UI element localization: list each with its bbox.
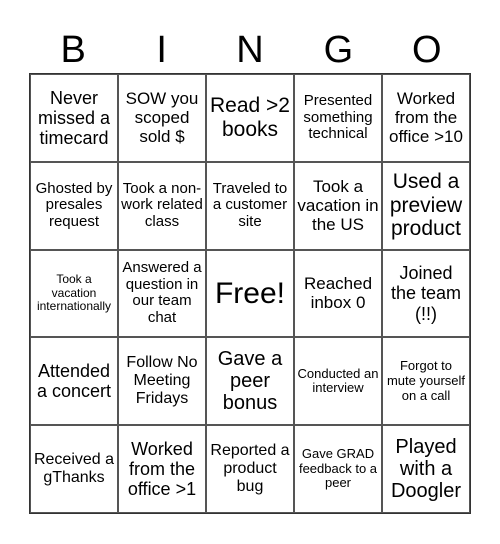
bingo-cell[interactable]: Presented something technical [294, 74, 382, 162]
bingo-cell[interactable]: Took a vacation in the US [294, 161, 382, 250]
header-letter-i: I [156, 29, 167, 71]
header-letter-n: N [236, 29, 264, 71]
bingo-cell[interactable]: Worked from the office >1 [118, 425, 206, 513]
bingo-cell[interactable]: Reported a product bug [206, 425, 294, 513]
bingo-cell[interactable]: Attended a concert [30, 337, 118, 426]
bingo-cell[interactable]: Reached inbox 0 [294, 249, 382, 338]
bingo-cell[interactable]: SOW you scoped sold $ [118, 74, 206, 162]
bingo-header: B I N G O [29, 28, 471, 72]
bingo-cell[interactable]: Never missed a timecard [30, 74, 118, 162]
free-space[interactable]: Free! [206, 249, 294, 338]
bingo-cell[interactable]: Follow No Meeting Fridays [118, 337, 206, 426]
header-letter-g: G [323, 29, 354, 71]
bingo-cell[interactable]: Used a preview product [382, 161, 470, 250]
bingo-cell[interactable]: Traveled to a customer site [206, 161, 294, 250]
bingo-cell[interactable]: Joined the team (!!) [382, 249, 470, 338]
bingo-cell[interactable]: Ghosted by presales request [30, 161, 118, 250]
bingo-cell[interactable]: Took a vacation internationally [30, 249, 118, 338]
bingo-cell[interactable]: Forgot to mute yourself on a call [382, 337, 470, 426]
bingo-cell[interactable]: Answered a question in our team chat [118, 249, 206, 338]
bingo-cell[interactable]: Gave GRAD feedback to a peer [294, 425, 382, 513]
header-letter-o: O [412, 29, 442, 71]
bingo-card: Never missed a timecard SOW you scoped s… [29, 73, 471, 514]
bingo-cell[interactable]: Read >2 books [206, 74, 294, 162]
bingo-cell[interactable]: Gave a peer bonus [206, 337, 294, 426]
bingo-cell[interactable]: Took a non-work related class [118, 161, 206, 250]
bingo-cell[interactable]: Conducted an interview [294, 337, 382, 426]
header-letter-b: B [60, 29, 86, 71]
bingo-cell[interactable]: Worked from the office >10 [382, 74, 470, 162]
bingo-cell[interactable]: Played with a Doogler [382, 425, 470, 513]
bingo-cell[interactable]: Received a gThanks [30, 425, 118, 513]
